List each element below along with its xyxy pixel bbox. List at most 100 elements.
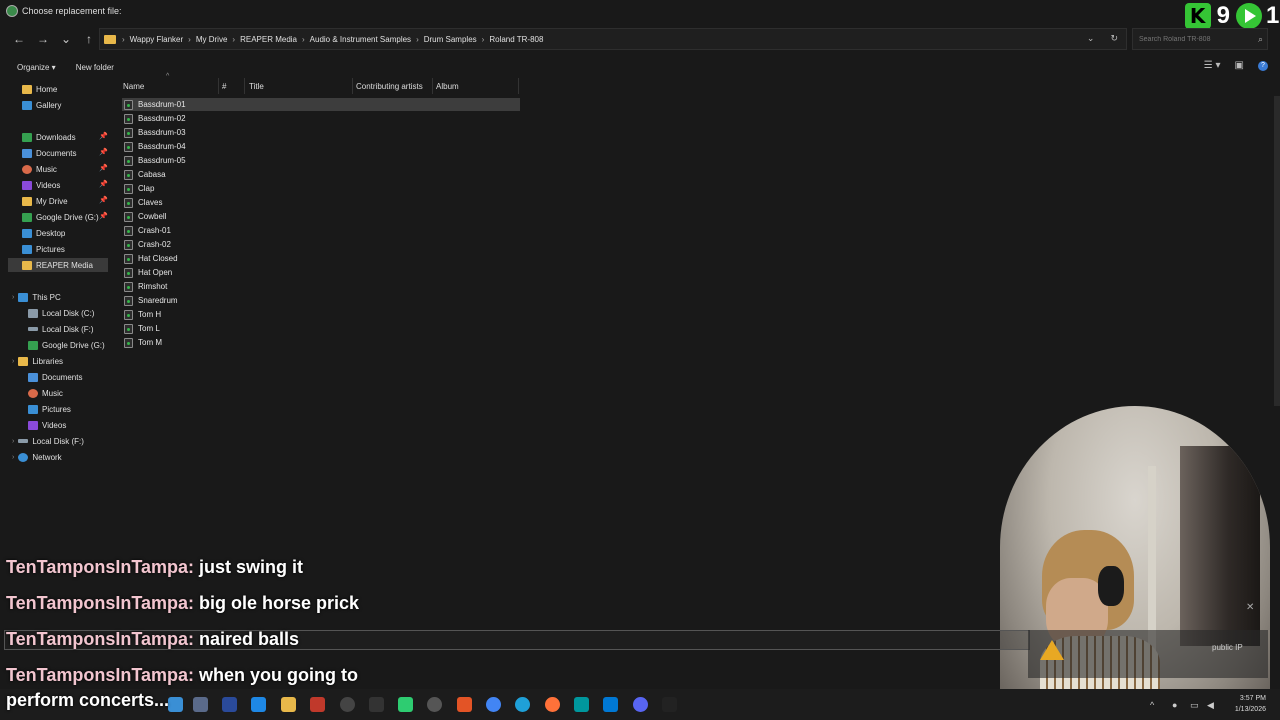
column-album[interactable]: Album xyxy=(436,82,459,91)
search-box[interactable]: ⌕ xyxy=(1132,28,1268,50)
sidebar-item-local-disk-f-root[interactable]: › Local Disk (F:) xyxy=(12,434,84,448)
file-row[interactable]: Hat Closed xyxy=(122,252,520,265)
taskbar-app-icon[interactable] xyxy=(369,697,384,712)
file-name: Crash-02 xyxy=(138,240,171,249)
file-row[interactable]: Crash-01 xyxy=(122,224,520,237)
warning-toast[interactable]: public IP xyxy=(1028,630,1268,678)
file-row[interactable]: Bassdrum-04 xyxy=(122,140,520,153)
column-number[interactable]: # xyxy=(222,82,226,91)
breadcrumb-drum-samples[interactable]: Drum Samples xyxy=(424,35,477,44)
breadcrumb-my-drive[interactable]: My Drive xyxy=(196,35,228,44)
chevron-right-icon[interactable]: › xyxy=(12,454,14,461)
column-title[interactable]: Title xyxy=(249,82,264,91)
taskbar-app-icon[interactable] xyxy=(427,697,442,712)
file-row[interactable]: Bassdrum-03 xyxy=(122,126,520,139)
preview-pane-icon[interactable]: ▣ xyxy=(1235,60,1244,71)
vertical-scrollbar[interactable] xyxy=(1274,96,1280,406)
discord-icon[interactable] xyxy=(633,697,648,712)
breadcrumb-wappy-flanker[interactable]: Wappy Flanker xyxy=(130,35,184,44)
file-row[interactable]: Claves xyxy=(122,196,520,209)
address-bar[interactable]: › Wappy Flanker › My Drive › REAPER Medi… xyxy=(99,28,1127,50)
sidebar-item-desktop[interactable]: Desktop xyxy=(22,226,65,240)
forward-arrow-icon[interactable]: → xyxy=(32,28,54,50)
sidebar-item-network[interactable]: › Network xyxy=(12,450,62,464)
file-row[interactable]: Crash-02 xyxy=(122,238,520,251)
back-arrow-icon[interactable]: ← xyxy=(8,28,30,50)
column-contributing-artists[interactable]: Contributing artists xyxy=(356,82,423,91)
sidebar-item-local-disk-c[interactable]: Local Disk (C:) xyxy=(28,306,94,320)
sidebar-item-gallery[interactable]: Gallery xyxy=(22,98,61,112)
new-folder-button[interactable]: New folder xyxy=(76,63,114,72)
sidebar-item-videos[interactable]: Videos xyxy=(22,178,60,192)
recent-locations-chevron-icon[interactable]: ⌄ xyxy=(55,28,77,50)
speaker-icon[interactable]: ◀ xyxy=(1207,700,1214,711)
brave-icon[interactable] xyxy=(457,697,472,712)
breadcrumb-reaper-media[interactable]: REAPER Media xyxy=(240,35,297,44)
taskbar-app-icon[interactable] xyxy=(193,697,208,712)
file-row[interactable]: Cowbell xyxy=(122,210,520,223)
sidebar-item-lib-pictures[interactable]: Pictures xyxy=(28,402,71,416)
taskbar-app-icon[interactable] xyxy=(168,697,183,712)
file-row[interactable]: Snaredrum xyxy=(122,294,520,307)
address-dropdown-chevron-icon[interactable]: ⌄ xyxy=(1087,33,1095,44)
arduino-icon[interactable] xyxy=(574,697,589,712)
taskbar-app-icon[interactable] xyxy=(340,697,355,712)
firefox-icon[interactable] xyxy=(545,697,560,712)
refresh-icon[interactable]: ↻ xyxy=(1110,33,1118,44)
chrome-icon[interactable] xyxy=(486,697,501,712)
file-row[interactable]: Bassdrum-02 xyxy=(122,112,520,125)
taskbar-app-icon[interactable] xyxy=(251,697,266,712)
file-row[interactable]: Bassdrum-01 xyxy=(122,98,520,111)
sidebar-item-google-drive[interactable]: Google Drive (G:) xyxy=(22,210,99,224)
sidebar-item-music[interactable]: Music xyxy=(22,162,57,176)
column-name[interactable]: Name xyxy=(123,82,144,91)
system-clock[interactable]: 3:57 PM 1/13/2026 xyxy=(1235,693,1266,715)
chevron-right-icon[interactable]: › xyxy=(12,438,14,445)
sidebar-item-pictures[interactable]: Pictures xyxy=(22,242,65,256)
file-row[interactable]: Rimshot xyxy=(122,280,520,293)
sidebar-item-google-drive-pc[interactable]: Google Drive (G:) xyxy=(28,338,105,352)
taskbar-app-icon[interactable] xyxy=(222,697,237,712)
taskbar-app-icon[interactable] xyxy=(662,697,677,712)
sidebar-item-libraries[interactable]: › Libraries xyxy=(12,354,63,368)
breadcrumb-audio-samples[interactable]: Audio & Instrument Samples xyxy=(310,35,411,44)
file-row[interactable]: Tom H xyxy=(122,308,520,321)
pin-icon: 📌 xyxy=(99,165,108,172)
file-row[interactable]: Tom M xyxy=(122,336,520,349)
chevron-right-icon[interactable]: › xyxy=(12,358,14,365)
search-input[interactable] xyxy=(1139,35,1249,43)
up-arrow-icon[interactable]: ↑ xyxy=(78,28,100,50)
file-row[interactable]: Clap xyxy=(122,182,520,195)
taskbar-app-icon[interactable] xyxy=(310,697,325,712)
sidebar-item-lib-videos[interactable]: Videos xyxy=(28,418,66,432)
vscode-icon[interactable] xyxy=(603,697,618,712)
sidebar-item-lib-documents[interactable]: Documents xyxy=(28,370,82,384)
sidebar-item-local-disk-f[interactable]: Local Disk (F:) xyxy=(28,322,94,336)
chat-username: TenTamponsInTampa: xyxy=(6,557,195,577)
audio-file-icon xyxy=(124,141,133,152)
sidebar-item-lib-music[interactable]: Music xyxy=(28,386,63,400)
breadcrumb-roland-tr808[interactable]: Roland TR-808 xyxy=(489,35,543,44)
chevron-right-icon[interactable]: › xyxy=(12,294,14,301)
edge-icon[interactable] xyxy=(515,697,530,712)
sidebar-item-home[interactable]: Home xyxy=(22,82,57,96)
sidebar-item-downloads[interactable]: Downloads xyxy=(22,130,76,144)
file-row[interactable]: Tom L xyxy=(122,322,520,335)
sidebar-item-my-drive[interactable]: My Drive xyxy=(22,194,68,208)
help-icon[interactable]: ? xyxy=(1258,60,1268,71)
close-icon[interactable]: ✕ xyxy=(1246,602,1254,613)
sidebar-item-this-pc[interactable]: › This PC xyxy=(12,290,61,304)
change-view-icon[interactable]: ☰ ▾ xyxy=(1204,60,1221,71)
file-explorer-icon[interactable] xyxy=(281,697,296,712)
sidebar-item-reaper-media[interactable]: REAPER Media xyxy=(8,258,108,272)
file-row[interactable]: Cabasa xyxy=(122,168,520,181)
organize-button[interactable]: Organize ▾ xyxy=(17,63,56,72)
microphone-icon[interactable]: ● xyxy=(1172,700,1177,710)
chevron-up-icon[interactable]: ^ xyxy=(1150,700,1154,710)
file-row[interactable]: Hat Open xyxy=(122,266,520,279)
file-row[interactable]: Bassdrum-05 xyxy=(122,154,520,167)
network-icon[interactable]: ▭ xyxy=(1190,700,1199,711)
file-name: Cowbell xyxy=(138,212,167,221)
taskbar-app-icon[interactable] xyxy=(398,697,413,712)
sidebar-item-documents[interactable]: Documents xyxy=(22,146,76,160)
